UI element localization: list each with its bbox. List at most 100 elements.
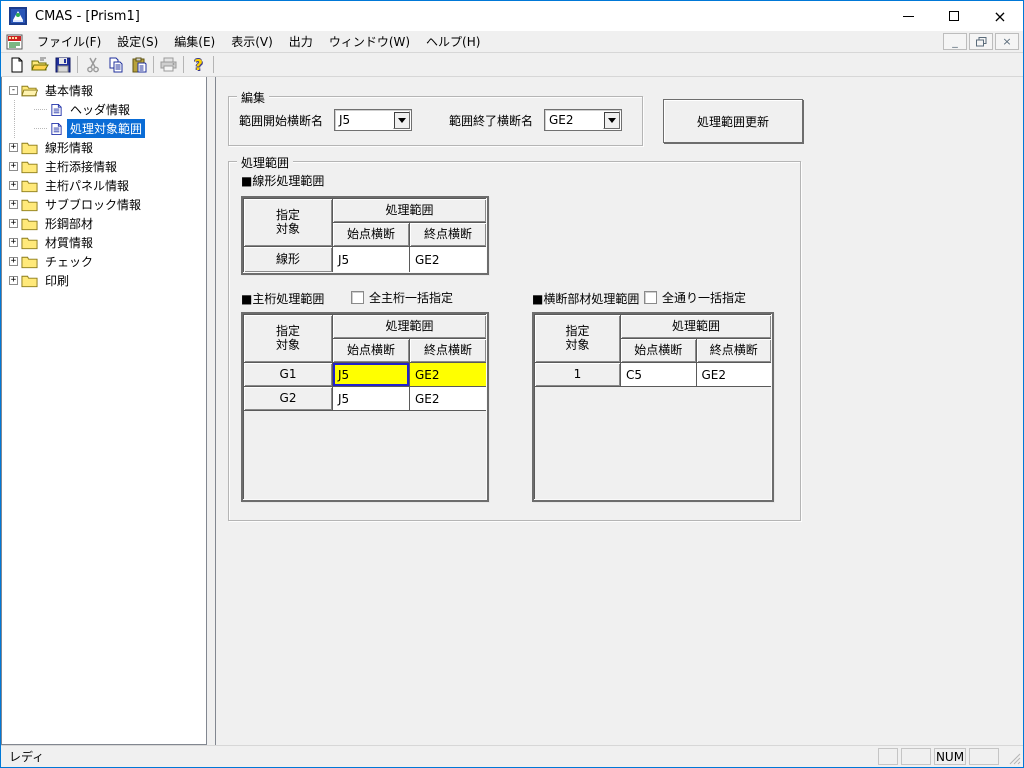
navigation-tree: - 基本情報 ヘッダ情報 <box>1 77 207 745</box>
tree-item-shape-member[interactable]: + 形鋼部材 <box>6 214 206 233</box>
collapse-icon[interactable]: - <box>9 86 18 95</box>
tree-item-linear-info[interactable]: + 線形情報 <box>6 138 206 157</box>
tree-item-material-info[interactable]: + 材質情報 <box>6 233 206 252</box>
column-header-target: 指定 対象 <box>244 315 332 362</box>
girder-range-title: ■主桁処理範囲 <box>241 290 324 307</box>
menu-file[interactable]: ファイル(F) <box>29 30 109 53</box>
tree-item-label[interactable]: 基本情報 <box>42 81 96 100</box>
expand-icon[interactable]: + <box>9 200 18 209</box>
folder-icon <box>21 198 38 212</box>
tree-item-label[interactable]: ヘッダ情報 <box>67 100 133 119</box>
panel-splitter[interactable] <box>207 77 215 745</box>
close-button[interactable]: × <box>977 1 1023 31</box>
help-icon[interactable]: ? <box>187 54 210 75</box>
edit-groupbox-title: 編集 <box>237 89 269 106</box>
table-cell[interactable]: C5 <box>621 363 696 386</box>
chevron-down-icon[interactable] <box>603 111 620 129</box>
menu-window[interactable]: ウィンドウ(W) <box>321 30 418 53</box>
copy-icon[interactable] <box>104 54 127 75</box>
expand-icon[interactable]: + <box>9 181 18 190</box>
client-area: - 基本情報 ヘッダ情報 <box>1 77 1023 745</box>
expand-icon[interactable]: + <box>9 143 18 152</box>
cross-all-checkbox-row: 全通り一括指定 <box>644 289 746 306</box>
tree-item-label[interactable]: チェック <box>42 252 96 271</box>
cross-member-range-table: 指定 対象 処理範囲 始点横断 終点横断 1 C5 GE2 <box>532 312 774 502</box>
tree-item-label[interactable]: 主桁添接情報 <box>42 157 120 176</box>
tree-item-process-range[interactable]: 処理対象範囲 <box>6 119 206 138</box>
minimize-button[interactable] <box>885 1 931 31</box>
table-cell[interactable]: GE2 <box>410 247 486 272</box>
column-header-range: 処理範囲 <box>333 315 486 338</box>
girder-all-checkbox-label[interactable]: 全主桁一括指定 <box>369 289 453 306</box>
folder-icon <box>21 217 38 231</box>
range-end-combobox[interactable]: GE2 <box>544 109 622 131</box>
document-icon <box>50 122 63 136</box>
chevron-down-icon[interactable] <box>393 111 410 129</box>
expand-icon[interactable]: + <box>9 276 18 285</box>
menu-help[interactable]: ヘルプ(H) <box>418 30 488 53</box>
open-icon[interactable] <box>28 54 51 75</box>
cross-all-checkbox[interactable] <box>644 291 657 304</box>
save-icon[interactable] <box>51 54 74 75</box>
new-icon[interactable] <box>5 54 28 75</box>
mdi-restore-button[interactable] <box>969 33 993 50</box>
column-header-target: 指定 対象 <box>535 315 620 362</box>
expand-icon[interactable]: + <box>9 162 18 171</box>
row-header: G2 <box>244 387 332 410</box>
tree-item-label[interactable]: 印刷 <box>42 271 72 290</box>
tree-item-header-info[interactable]: ヘッダ情報 <box>6 100 206 119</box>
range-end-value: GE2 <box>545 113 603 127</box>
expand-icon[interactable]: + <box>9 219 18 228</box>
linear-range-table: 指定 対象 処理範囲 始点横断 終点横断 線形 J5 GE2 <box>241 196 489 275</box>
tree-item-label[interactable]: サブブロック情報 <box>42 195 144 214</box>
tree-item-girder-panel-info[interactable]: + 主桁パネル情報 <box>6 176 206 195</box>
tree-connector <box>34 128 47 129</box>
expand-icon[interactable]: + <box>9 238 18 247</box>
process-range-groupbox-title: 処理範囲 <box>237 154 293 171</box>
table-cell[interactable]: J5 <box>333 387 409 410</box>
table-cell-selected[interactable]: J5 <box>333 363 409 386</box>
tree-item-label[interactable]: 線形情報 <box>42 138 96 157</box>
mdi-minimize-button[interactable]: _ <box>943 33 967 50</box>
girder-all-checkbox[interactable] <box>351 291 364 304</box>
column-header-target: 指定 対象 <box>244 199 332 246</box>
tree-item-basic-info[interactable]: - 基本情報 <box>6 81 206 100</box>
tree-item-girder-splice-info[interactable]: + 主桁添接情報 <box>6 157 206 176</box>
folder-icon <box>21 179 38 193</box>
tree-item-label-selected[interactable]: 処理対象範囲 <box>67 119 145 138</box>
tree-item-check[interactable]: + チェック <box>6 252 206 271</box>
cross-all-checkbox-label[interactable]: 全通り一括指定 <box>662 289 746 306</box>
table-cell[interactable]: GE2 <box>410 387 486 410</box>
expand-icon[interactable]: + <box>9 257 18 266</box>
folder-icon <box>21 141 38 155</box>
girder-range-table: 指定 対象 処理範囲 始点横断 終点横断 G1 J5 GE2 G2 J5 GE2 <box>241 312 489 502</box>
menu-view[interactable]: 表示(V) <box>223 30 281 53</box>
toolbar-separator <box>77 56 78 73</box>
table-cell[interactable]: GE2 <box>697 363 772 386</box>
app-icon <box>9 7 27 25</box>
tree-connector <box>34 109 47 110</box>
menu-output[interactable]: 出力 <box>281 30 321 53</box>
tree-item-print[interactable]: + 印刷 <box>6 271 206 290</box>
mdi-document-icon[interactable] <box>6 34 23 50</box>
tree-item-label[interactable]: 形鋼部材 <box>42 214 96 233</box>
tree-item-subblock-info[interactable]: + サブブロック情報 <box>6 195 206 214</box>
update-range-button[interactable]: 処理範囲更新 <box>663 99 803 143</box>
toolbar-separator <box>213 56 214 73</box>
row-header: G1 <box>244 363 332 386</box>
table-cell[interactable]: J5 <box>333 247 409 272</box>
range-start-label: 範囲開始横断名 <box>239 112 323 129</box>
maximize-button[interactable] <box>931 1 977 31</box>
menu-settings[interactable]: 設定(S) <box>109 30 166 53</box>
table-cell-highlighted[interactable]: GE2 <box>410 363 486 386</box>
range-start-combobox[interactable]: J5 <box>334 109 412 131</box>
paste-icon[interactable] <box>127 54 150 75</box>
column-header-end: 終点横断 <box>697 339 772 362</box>
resize-grip-icon[interactable] <box>1007 751 1021 765</box>
print-icon <box>157 54 180 75</box>
mdi-close-button[interactable]: × <box>995 33 1019 50</box>
menu-edit[interactable]: 編集(E) <box>166 30 223 53</box>
tree-item-label[interactable]: 材質情報 <box>42 233 96 252</box>
cross-member-range-title: ■横断部材処理範囲 <box>532 290 639 307</box>
tree-item-label[interactable]: 主桁パネル情報 <box>42 176 132 195</box>
